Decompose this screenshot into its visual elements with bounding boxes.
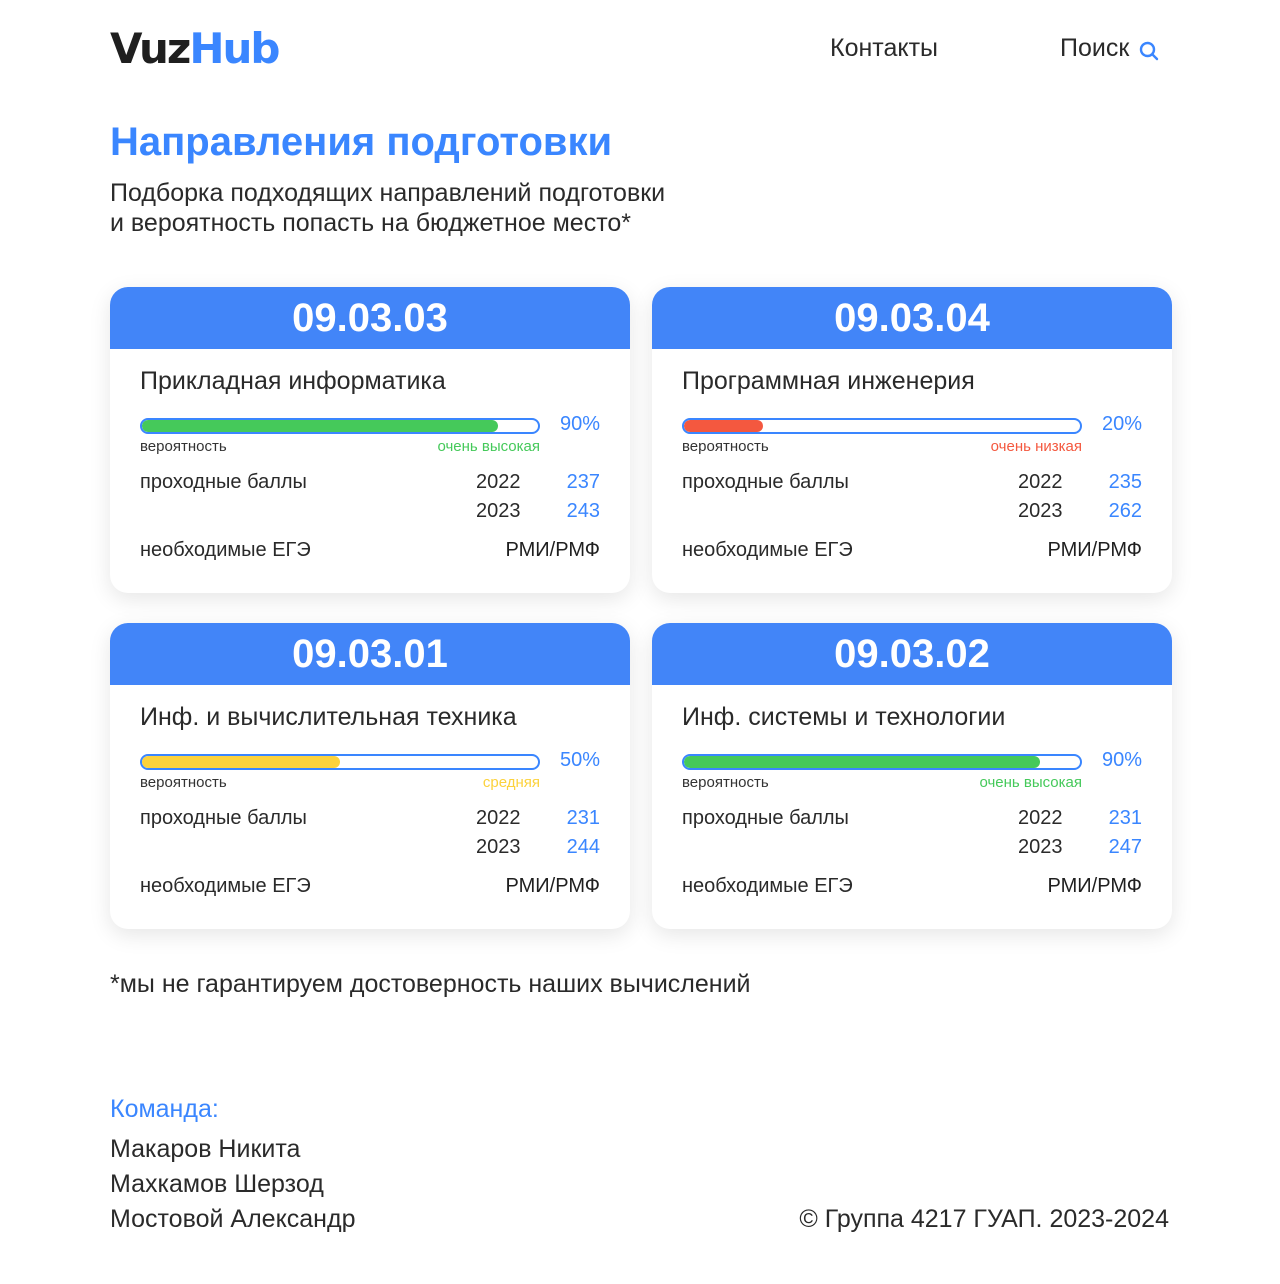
nav-contacts-link[interactable]: Контакты — [830, 34, 938, 63]
score-2022: 231 — [566, 807, 600, 829]
probability-label: вероятность — [140, 438, 227, 455]
probability-bar-fill — [142, 420, 499, 432]
probability-bar-fill — [142, 756, 340, 768]
required-exams-label: необходимые ЕГЭ — [140, 875, 311, 897]
year-2022: 2022 — [1018, 471, 1063, 493]
probability-bar — [140, 754, 540, 770]
required-exams-value: РМИ/РМФ — [1047, 875, 1142, 897]
probability-bar-fill — [684, 420, 764, 432]
program-card[interactable]: 09.03.04 Программная инженерия 20% вероя… — [652, 287, 1172, 593]
team-member: Макаров Никита — [110, 1135, 301, 1163]
subtitle-line-1: Подборка подходящих направлений подготов… — [110, 179, 666, 207]
required-exams-value: РМИ/РМФ — [505, 539, 600, 561]
nav-search-button[interactable]: Поиск — [1060, 34, 1159, 63]
probability-percent: 90% — [1101, 749, 1142, 771]
program-card[interactable]: 09.03.02 Инф. системы и технологии 90% в… — [652, 623, 1172, 929]
page: VuzHub Контакты Поиск Направления подгот… — [0, 0, 1280, 1284]
score-2023: 244 — [566, 836, 600, 858]
score-2022: 235 — [1108, 471, 1142, 493]
team-title: Команда: — [110, 1095, 219, 1123]
probability-level: очень высокая — [979, 774, 1082, 791]
year-2023: 2023 — [1018, 500, 1063, 522]
program-name: Прикладная информатика — [140, 367, 446, 395]
logo[interactable]: VuzHub — [110, 24, 280, 74]
probability-percent: 20% — [1101, 413, 1142, 435]
year-2023: 2023 — [476, 500, 521, 522]
page-subtitle: Подборка подходящих направлений подготов… — [110, 178, 870, 238]
year-2022: 2022 — [1018, 807, 1063, 829]
probability-bar — [140, 418, 540, 434]
score-2023: 243 — [566, 500, 600, 522]
probability-bar — [682, 754, 1082, 770]
year-2022: 2022 — [476, 471, 521, 493]
program-name: Инф. системы и технологии — [682, 703, 1006, 731]
score-2022: 237 — [566, 471, 600, 493]
probability-level: очень высокая — [437, 438, 540, 455]
passing-scores-label: проходные баллы — [682, 471, 849, 493]
program-card[interactable]: 09.03.01 Инф. и вычислительная техника 5… — [110, 623, 630, 929]
subtitle-line-2: и вероятность попасть на бюджетное место… — [110, 209, 632, 237]
team-member: Мостовой Александр — [110, 1205, 356, 1233]
year-2023: 2023 — [476, 836, 521, 858]
probability-percent: 90% — [559, 413, 600, 435]
passing-scores-label: проходные баллы — [140, 807, 307, 829]
program-code: 09.03.04 — [652, 287, 1172, 349]
passing-scores-label: проходные баллы — [140, 471, 307, 493]
logo-text-hub: Hub — [189, 24, 280, 73]
team-member: Махкамов Шерзод — [110, 1170, 324, 1198]
probability-bar-fill — [684, 756, 1041, 768]
nav-search-label: Поиск — [1060, 34, 1130, 62]
required-exams-label: необходимые ЕГЭ — [682, 875, 853, 897]
program-code: 09.03.03 — [110, 287, 630, 349]
required-exams-label: необходимые ЕГЭ — [140, 539, 311, 561]
required-exams-value: РМИ/РМФ — [505, 875, 600, 897]
probability-percent: 50% — [559, 749, 600, 771]
year-2022: 2022 — [476, 807, 521, 829]
probability-level: очень низкая — [990, 438, 1082, 455]
probability-label: вероятность — [140, 774, 227, 791]
program-code: 09.03.01 — [110, 623, 630, 685]
score-2023: 247 — [1108, 836, 1142, 858]
score-2023: 262 — [1108, 500, 1142, 522]
year-2023: 2023 — [1018, 836, 1063, 858]
logo-text-vuz: Vuz — [110, 24, 191, 73]
search-icon — [1139, 39, 1159, 60]
probability-bar — [682, 418, 1082, 434]
program-name: Инф. и вычислительная техника — [140, 703, 517, 731]
program-code: 09.03.02 — [652, 623, 1172, 685]
copyright-text: © Группа 4217 ГУАП. 2023-2024 — [799, 1205, 1169, 1233]
required-exams-label: необходимые ЕГЭ — [682, 539, 853, 561]
page-title: Направления подготовки — [110, 120, 613, 164]
program-card[interactable]: 09.03.03 Прикладная информатика 90% веро… — [110, 287, 630, 593]
probability-label: вероятность — [682, 774, 769, 791]
passing-scores-label: проходные баллы — [682, 807, 849, 829]
probability-level: средняя — [482, 774, 540, 791]
probability-label: вероятность — [682, 438, 769, 455]
required-exams-value: РМИ/РМФ — [1047, 539, 1142, 561]
score-2022: 231 — [1108, 807, 1142, 829]
program-name: Программная инженерия — [682, 367, 975, 395]
disclaimer-note: *мы не гарантируем достоверность наших в… — [110, 970, 751, 998]
